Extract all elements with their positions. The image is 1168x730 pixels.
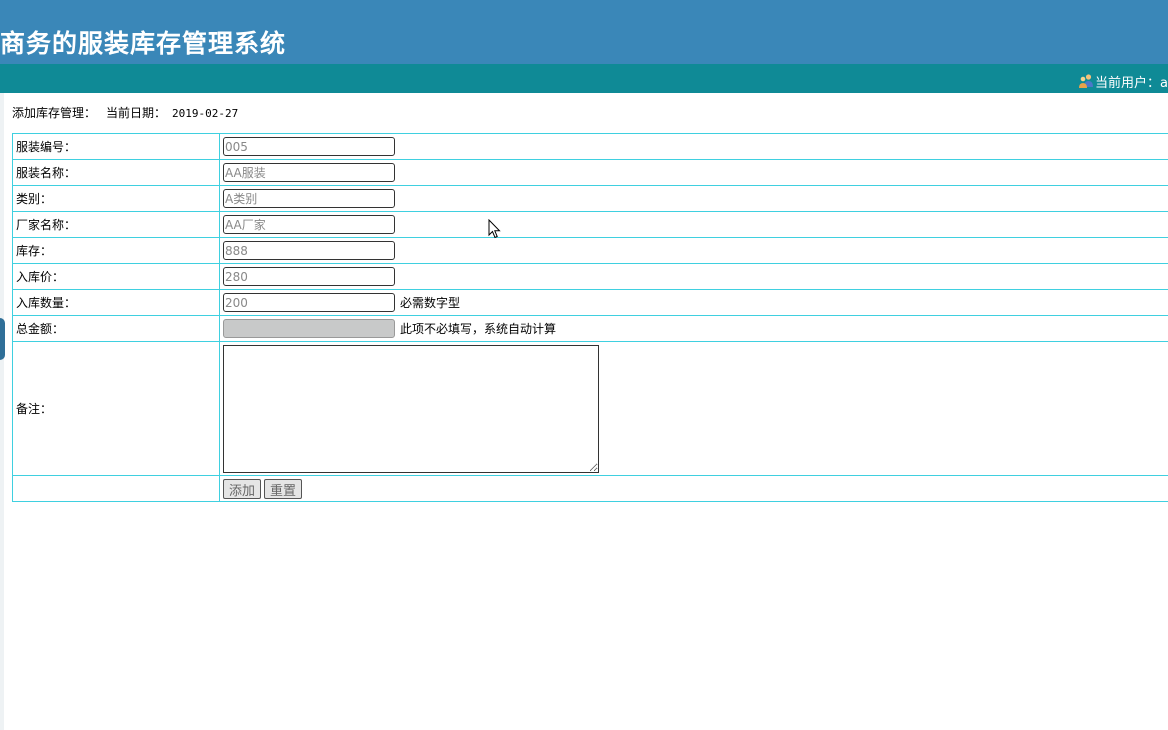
left-panel-handle[interactable] xyxy=(0,318,5,360)
purchase-price-input[interactable] xyxy=(223,267,395,286)
remark-label: 备注： xyxy=(12,341,220,476)
total-amount-input xyxy=(223,319,395,338)
current-user-label: 当前用户：a xyxy=(1095,75,1168,91)
category-input[interactable] xyxy=(223,189,395,208)
total-amount-hint: 此项不必填写，系统自动计算 xyxy=(400,322,557,336)
add-button[interactable]: 添加 xyxy=(223,478,262,499)
form-row-clothing-id: 服装编号： xyxy=(12,133,1168,160)
clothing-id-label: 服装编号： xyxy=(12,133,220,160)
stock-label: 库存： xyxy=(12,237,220,264)
manufacturer-label: 厂家名称： xyxy=(12,211,220,238)
form-row-remark: 备注： xyxy=(12,341,1168,476)
clothing-name-label: 服装名称： xyxy=(12,159,220,186)
manufacturer-input[interactable] xyxy=(223,215,395,234)
breadcrumb: 添加库存管理： 当前日期： 2019-02-27 xyxy=(12,104,238,121)
form-row-category: 类别： xyxy=(12,185,1168,212)
form-row-clothing-name: 服装名称： xyxy=(12,159,1168,186)
date-value: 2019-02-27 xyxy=(172,107,239,120)
form-row-actions: 添加 重置 xyxy=(12,475,1168,502)
form-row-purchase-price: 入库价： xyxy=(12,263,1168,290)
current-user: 当前用户：a xyxy=(1078,72,1168,91)
clothing-id-input[interactable] xyxy=(223,137,395,156)
clothing-name-input[interactable] xyxy=(223,163,395,182)
category-label: 类别： xyxy=(12,185,220,212)
quantity-label: 入库数量： xyxy=(12,289,220,316)
date-label: 当前日期： xyxy=(106,106,167,120)
form-row-stock: 库存： xyxy=(12,237,1168,264)
inventory-form: 服装编号： 服装名称： 类别： 厂家名称： 库存： 入库价： 入库数量： xyxy=(12,133,1168,502)
form-row-manufacturer: 厂家名称： xyxy=(12,211,1168,238)
remark-textarea[interactable] xyxy=(223,345,599,473)
quantity-input[interactable] xyxy=(223,293,395,312)
app-header: 商务的服装库存管理系统 xyxy=(0,0,1168,64)
user-bar: 当前用户：a xyxy=(0,64,1168,93)
quantity-hint: 必需数字型 xyxy=(400,296,461,310)
users-icon xyxy=(1079,74,1094,88)
purchase-price-label: 入库价： xyxy=(12,263,220,290)
stock-input[interactable] xyxy=(223,241,395,260)
reset-button[interactable]: 重置 xyxy=(264,478,303,499)
form-row-total-amount: 总金额： 此项不必填写，系统自动计算 xyxy=(12,315,1168,342)
form-row-quantity: 入库数量： 必需数字型 xyxy=(12,289,1168,316)
left-panel-edge xyxy=(0,93,4,730)
mouse-cursor-icon xyxy=(488,219,501,239)
app-title: 商务的服装库存管理系统 xyxy=(0,29,287,58)
breadcrumb-action: 添加库存管理： xyxy=(12,106,97,120)
total-amount-label: 总金额： xyxy=(12,315,220,342)
